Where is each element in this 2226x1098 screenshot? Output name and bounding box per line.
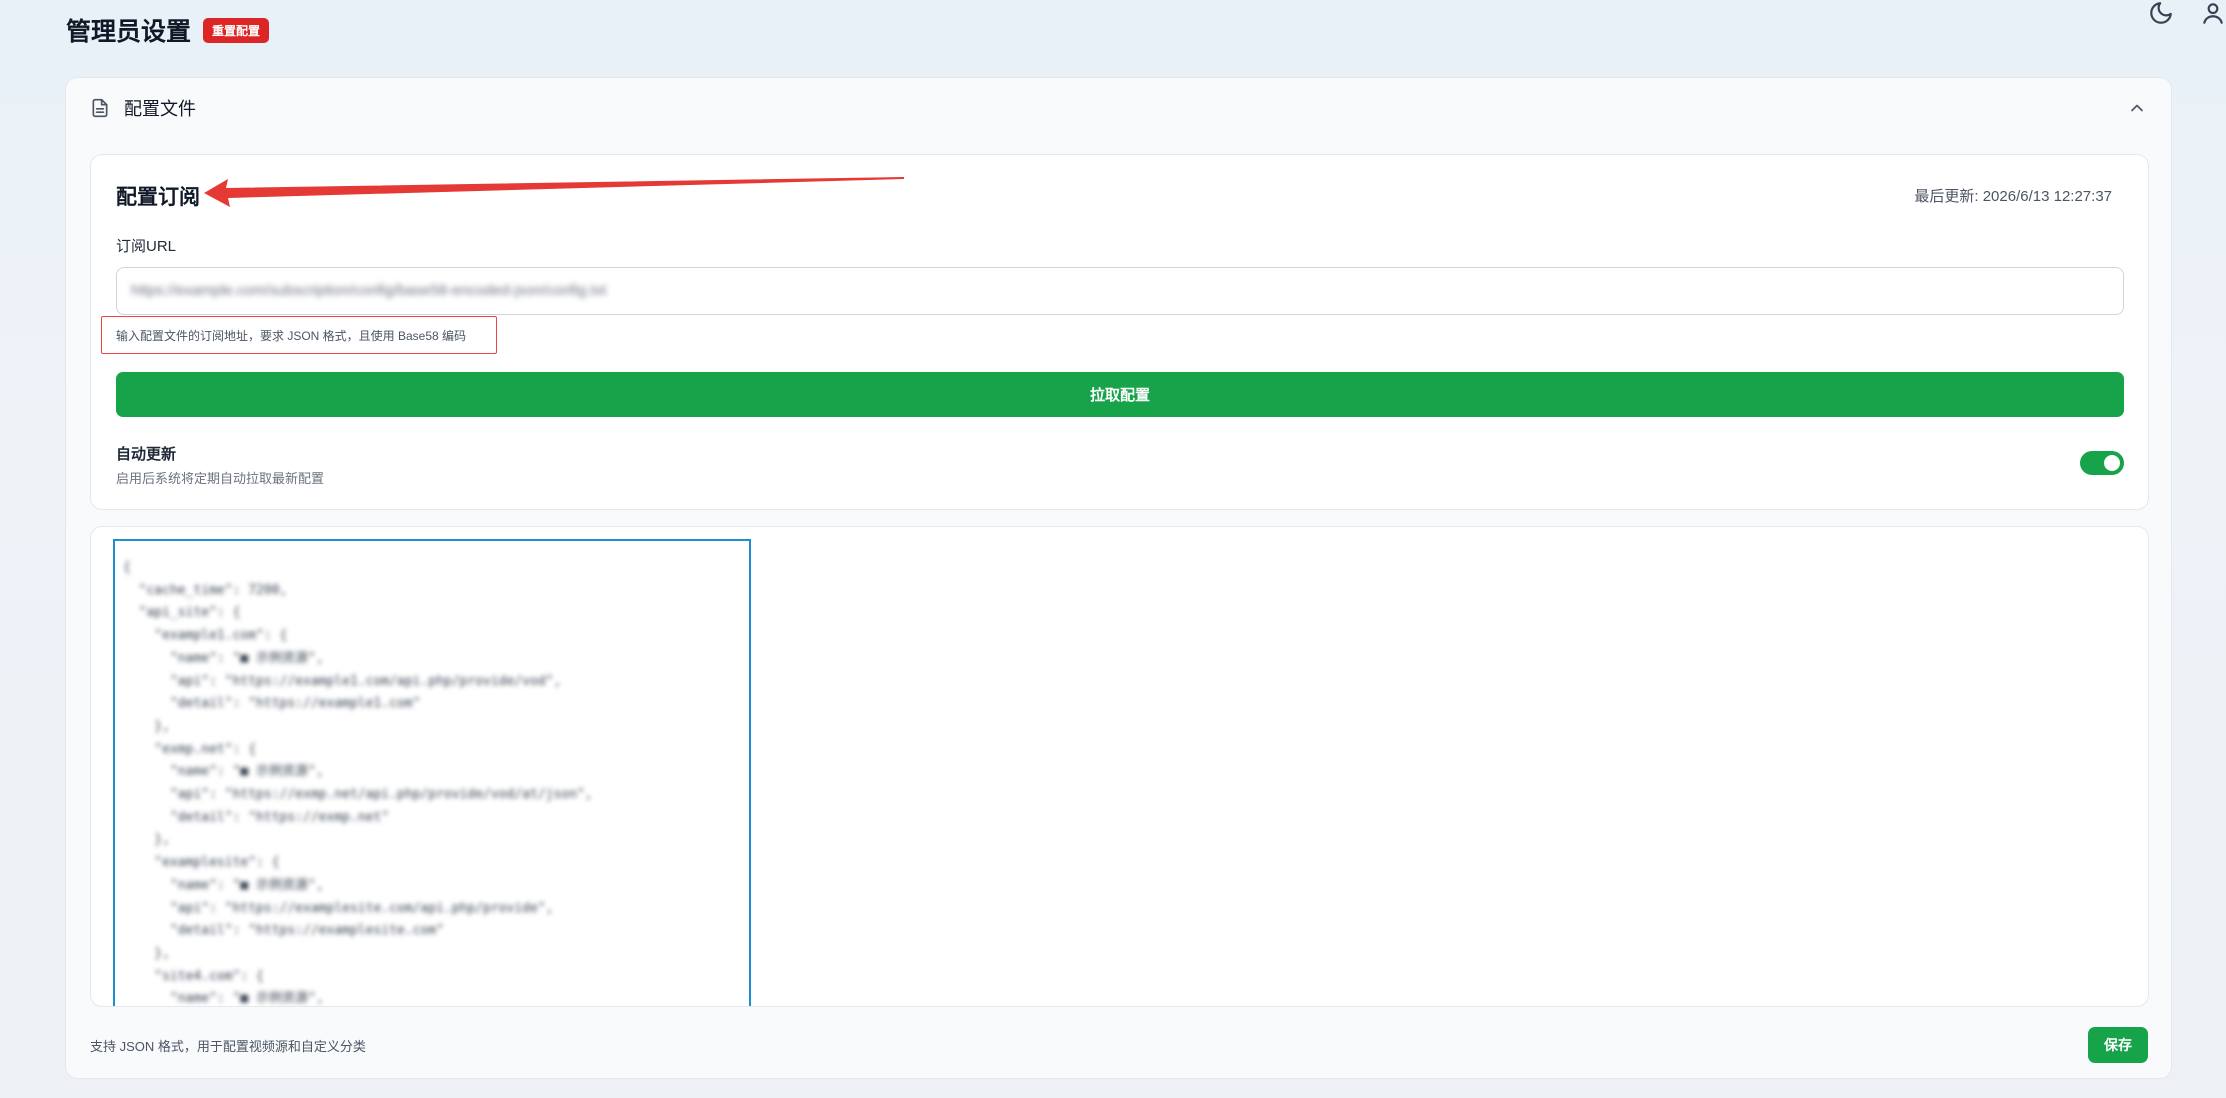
page-header: 管理员设置 重置配置	[66, 12, 270, 48]
auto-update-toggle[interactable]	[2080, 451, 2124, 475]
last-update-text: 最后更新: 2026/6/13 12:27:37	[1914, 188, 2112, 205]
subscription-panel: 配置订阅 最后更新: 2026/6/13 12:27:37 订阅URL http…	[90, 154, 2149, 510]
annotation-arrow	[204, 177, 904, 207]
config-file-card: 配置文件 配置订阅 最后更新: 2026/6/13 12:27:37 订阅URL…	[65, 77, 2172, 1079]
auto-update-description: 启用后系统将定期自动拉取最新配置	[116, 471, 325, 486]
page-title: 管理员设置	[66, 18, 192, 46]
user-icon[interactable]	[2200, 0, 2226, 26]
top-icons	[2148, 0, 2226, 26]
subscription-url-value: https://example.com/subscription/config/…	[131, 282, 607, 299]
auto-update-title: 自动更新	[116, 446, 177, 463]
subscription-url-input[interactable]: https://example.com/subscription/config/…	[116, 267, 2124, 315]
subscription-url-label: 订阅URL	[116, 238, 177, 255]
document-icon	[92, 98, 108, 118]
editor-annotation-box	[113, 539, 751, 1006]
subscription-title: 配置订阅	[116, 186, 200, 209]
moon-icon[interactable]	[2148, 0, 2174, 26]
fetch-config-button[interactable]: 拉取配置	[116, 372, 2124, 417]
config-json-editor[interactable]: { "cache_time": 7200, "api_site": { "exa…	[90, 526, 2149, 1007]
card-header[interactable]: 配置文件	[66, 78, 2171, 138]
chevron-up-icon[interactable]	[2127, 98, 2147, 118]
subscription-url-hint: 输入配置文件的订阅地址，要求 JSON 格式，且使用 Base58 编码	[116, 329, 467, 343]
save-button[interactable]: 保存	[2088, 1027, 2148, 1063]
reset-config-badge[interactable]: 重置配置	[203, 17, 270, 43]
toggle-knob	[2104, 455, 2120, 471]
card-title: 配置文件	[124, 99, 196, 119]
footer-note: 支持 JSON 格式，用于配置视频源和自定义分类	[90, 1039, 366, 1054]
